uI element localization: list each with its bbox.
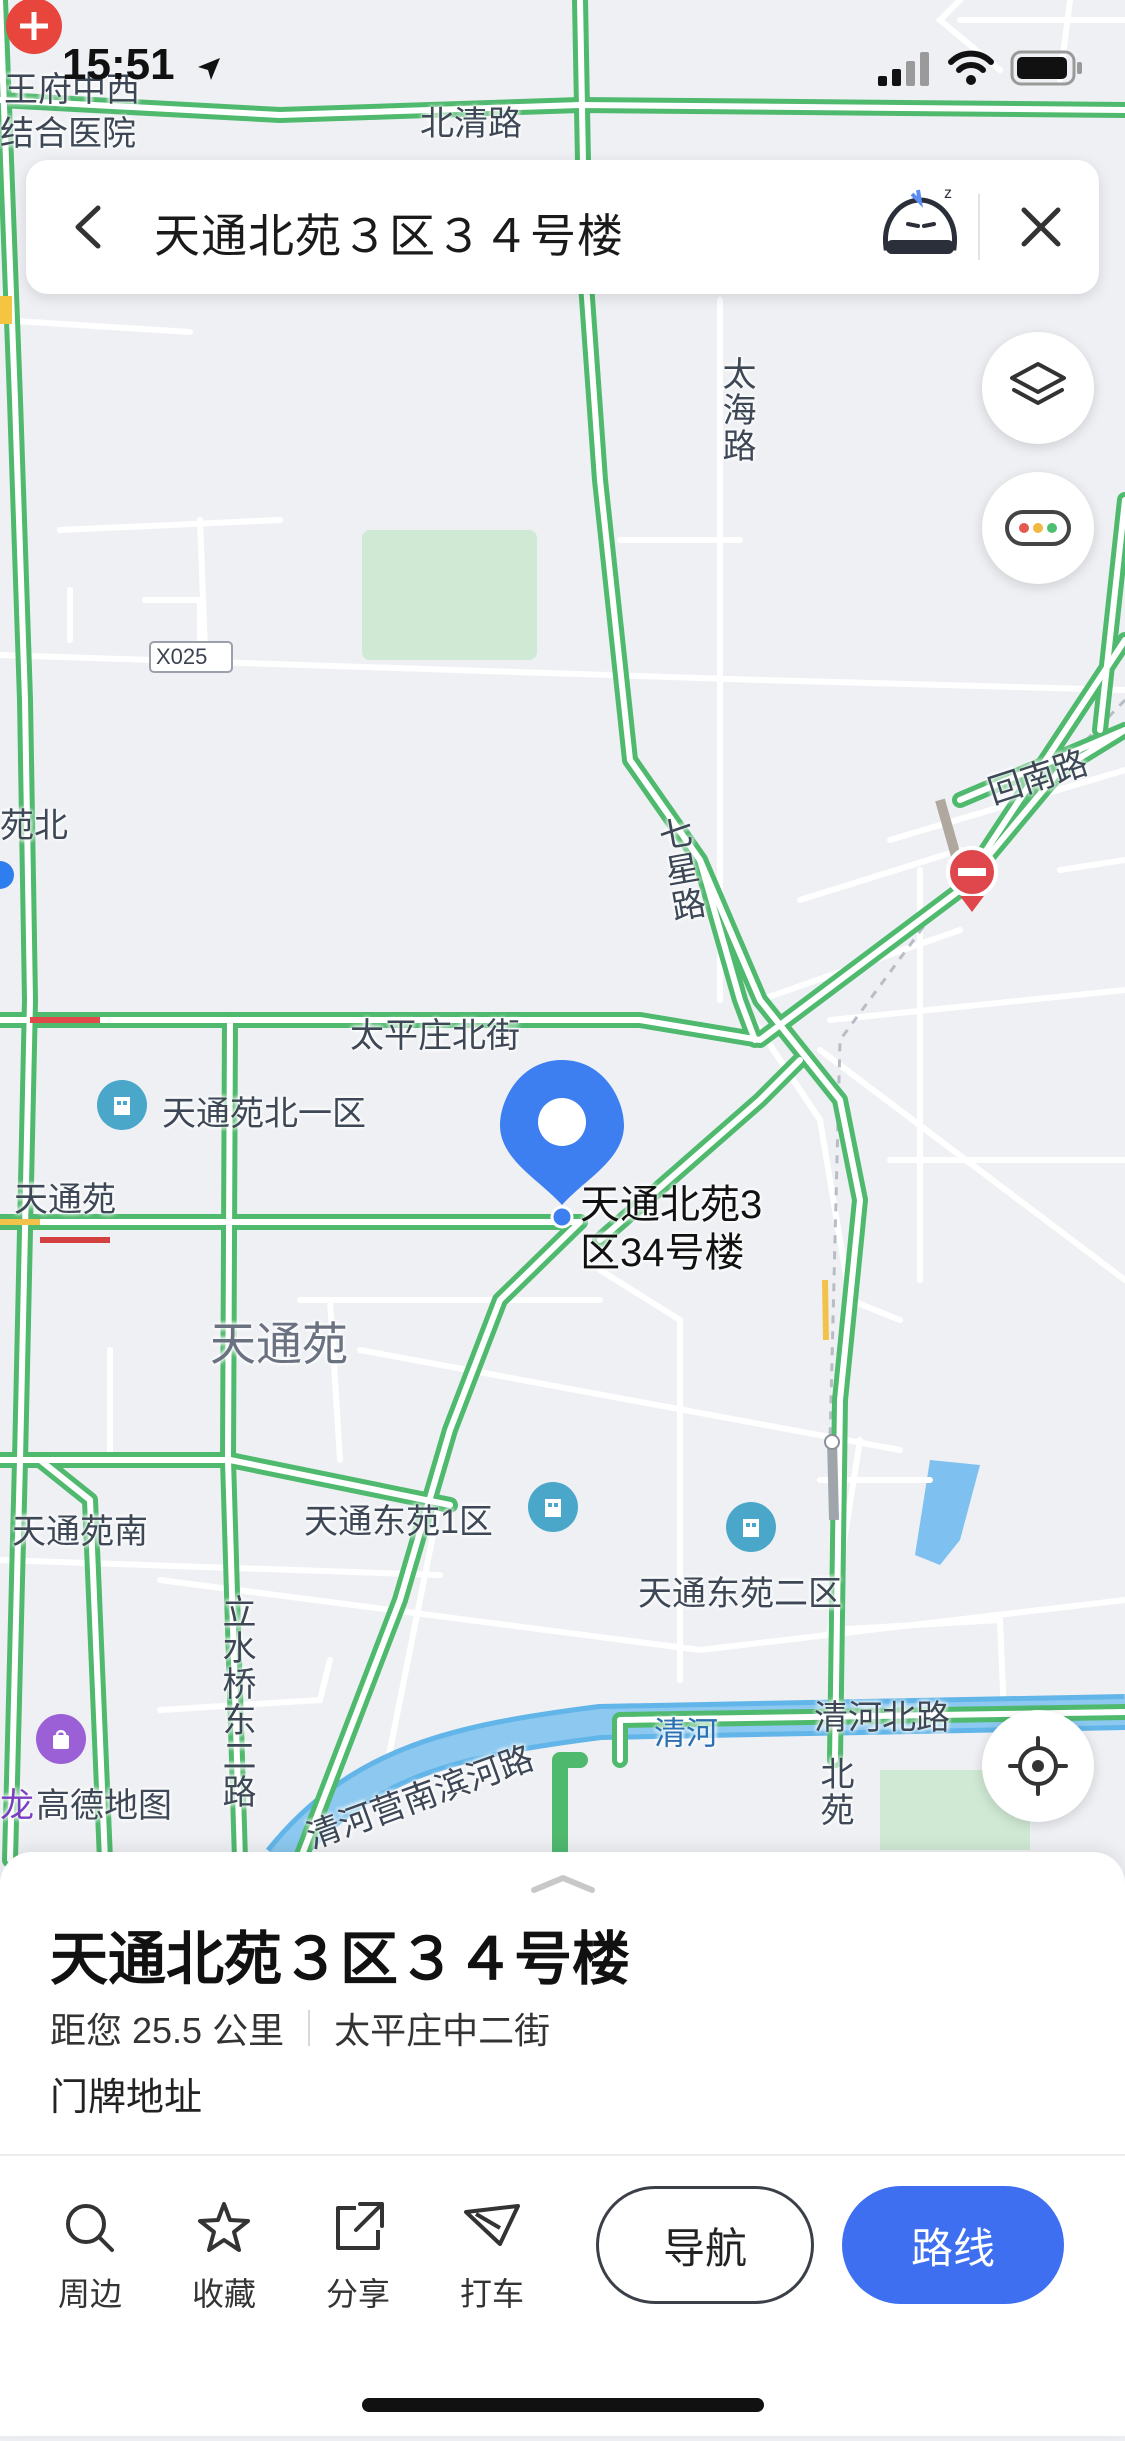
home-indicator[interactable]: [362, 2398, 764, 2412]
search-query[interactable]: 天通北苑３区３４号楼: [154, 200, 624, 266]
place-street: 太平庄中二街: [334, 2010, 551, 2051]
signal-icon: [878, 52, 929, 86]
location-arrow-icon: [198, 58, 220, 80]
residential-poi-icon[interactable]: [726, 1502, 776, 1552]
place-distance: 距您 25.5 公里: [50, 2010, 285, 2051]
poi-label[interactable]: 天通苑南: [12, 1504, 148, 1553]
locate-me-button[interactable]: [982, 1710, 1094, 1822]
locate-icon: [1008, 1736, 1068, 1796]
share-label: 分享: [325, 2276, 390, 2312]
divider: [0, 2154, 1125, 2156]
place-title: 天通北苑３区３４号楼: [50, 1927, 631, 1992]
area-label: 天通苑: [210, 1318, 348, 1370]
navigate-button[interactable]: 导航: [596, 2186, 814, 2304]
poi-label[interactable]: 天通东苑1区: [304, 1494, 493, 1543]
traffic-button[interactable]: [982, 472, 1094, 584]
sheet-handle-chevron-icon[interactable]: [528, 1872, 598, 1894]
pin-label: 区34号楼: [580, 1231, 745, 1275]
road-label: 太平庄北街: [350, 1017, 520, 1055]
map-label: 苑北: [0, 807, 68, 845]
river-label: 清河: [654, 1715, 719, 1751]
svg-text:z: z: [944, 185, 952, 202]
residential-poi-icon[interactable]: [528, 1482, 578, 1532]
residential-poi-icon[interactable]: [97, 1080, 147, 1130]
poi-label[interactable]: 天通苑北一区: [162, 1086, 366, 1135]
status-time: 15:51: [62, 40, 175, 89]
favorite-label: 收藏: [191, 2276, 256, 2312]
road-label: 北苑: [815, 1756, 853, 1828]
search-bar[interactable]: 天通北苑３区３４号楼 z: [26, 160, 1099, 294]
wifi-icon: [948, 50, 994, 85]
poi-label: 龙: [0, 1787, 34, 1825]
poi-label[interactable]: 天通苑: [14, 1172, 116, 1221]
divider: [308, 2010, 311, 2046]
search-icon: [66, 2204, 114, 2252]
road-shield: X025: [156, 644, 208, 669]
taxi-label: 打车: [459, 2276, 524, 2312]
divider: [978, 194, 980, 260]
share-icon: [336, 2202, 384, 2250]
place-type: 门牌地址: [50, 2077, 203, 2119]
place-meta: 距您 25.5 公里 太平庄中二街: [50, 2002, 550, 2054]
traffic-light-icon: [1005, 510, 1071, 546]
road-label: 立水桥东二路: [217, 1594, 255, 1810]
share-button[interactable]: 分享: [308, 2200, 408, 2315]
road-label: 清河北路: [814, 1699, 950, 1737]
battery-icon: [1010, 50, 1082, 86]
star-icon: [198, 2202, 250, 2252]
shopping-poi-icon[interactable]: [36, 1714, 86, 1764]
nearby-label: 周边: [57, 2276, 122, 2312]
poi-label[interactable]: 天通东苑二区: [638, 1566, 842, 1615]
place-detail-sheet[interactable]: 天通北苑３区３４号楼 距您 25.5 公里 太平庄中二街 门牌地址 周边 收藏 …: [0, 1852, 1125, 2436]
nearby-button[interactable]: 周边: [40, 2200, 140, 2315]
assistant-icon[interactable]: z: [872, 178, 968, 274]
close-icon[interactable]: [1016, 202, 1066, 252]
poi-label[interactable]: 高德地图: [36, 1778, 172, 1827]
layers-icon: [1010, 362, 1066, 405]
road-label: 太海路: [717, 356, 755, 464]
taxi-icon: [464, 2204, 520, 2246]
favorite-button[interactable]: 收藏: [174, 2200, 274, 2315]
route-button[interactable]: 路线: [842, 2186, 1064, 2304]
back-icon[interactable]: [66, 202, 112, 252]
taxi-button[interactable]: 打车: [442, 2200, 542, 2315]
map-layers-button[interactable]: [982, 332, 1094, 444]
status-bar: 15:51: [0, 0, 1125, 140]
